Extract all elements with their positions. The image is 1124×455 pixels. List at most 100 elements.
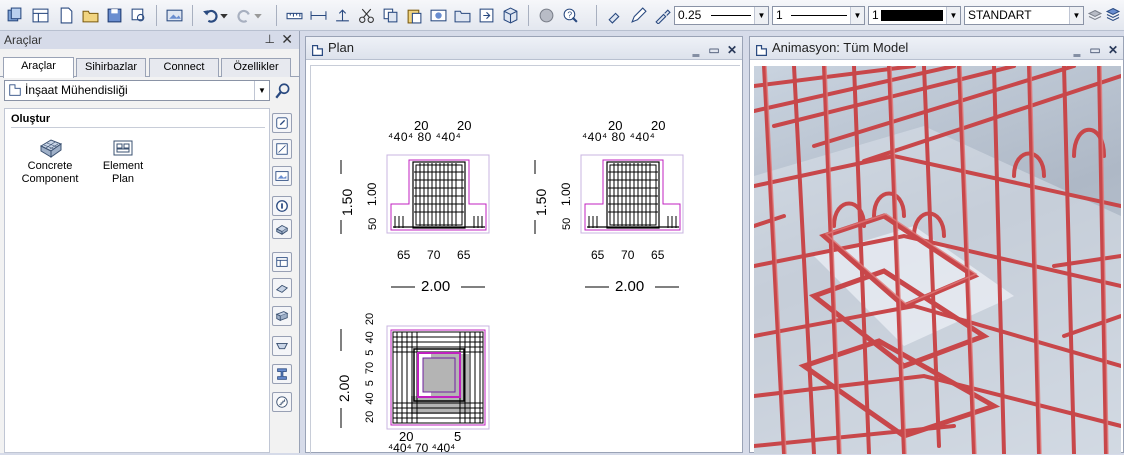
animation-window-title: Animasyon: Tüm Model bbox=[772, 40, 909, 55]
concrete-component-tool[interactable]: Concrete Component bbox=[13, 136, 87, 186]
3d-viewport[interactable] bbox=[754, 66, 1121, 454]
element-plan-label1: Element bbox=[102, 160, 144, 172]
chevron-down-icon: ▼ bbox=[254, 81, 269, 100]
module-select[interactable]: İnşaat Mühendisliği ▼ bbox=[4, 80, 270, 101]
line-tool-icon[interactable] bbox=[272, 139, 292, 159]
line-type-select[interactable]: 1 ▼ bbox=[772, 6, 865, 25]
layers-stack-icon[interactable] bbox=[1105, 5, 1121, 25]
footing-a: 20 20 ⁴40⁴ 80 ⁴40⁴ 1.50 1.00 50 65 70 65… bbox=[339, 118, 490, 295]
maximize-icon[interactable]: ▭ bbox=[706, 39, 722, 61]
edit-icon[interactable] bbox=[272, 113, 292, 133]
folder-view-icon[interactable] bbox=[452, 5, 472, 25]
chevron-down-icon: ▼ bbox=[1069, 7, 1083, 24]
dim-b-height-upper: 1.00 bbox=[559, 182, 573, 206]
redo-icon[interactable] bbox=[234, 5, 254, 25]
line-type-value: 1 bbox=[776, 8, 783, 22]
dim-a-total: 2.00 bbox=[421, 278, 450, 295]
elevation-dim-icon[interactable] bbox=[332, 5, 352, 25]
undo-icon[interactable] bbox=[200, 5, 220, 25]
image-tool-icon[interactable] bbox=[272, 166, 292, 186]
element-plan-tool[interactable]: Element Plan bbox=[91, 136, 155, 186]
pin-icon[interactable]: ⊥ bbox=[265, 32, 275, 46]
layer-select[interactable]: STANDART ▼ bbox=[964, 6, 1084, 25]
copy-icon[interactable] bbox=[380, 5, 400, 25]
chevron-down-icon: ▼ bbox=[850, 7, 864, 24]
tab-connect[interactable]: Connect bbox=[149, 58, 219, 77]
new-file-icon[interactable] bbox=[56, 5, 76, 25]
close-icon[interactable]: ✕ bbox=[724, 39, 740, 61]
palette-tabs: Araçlar Sihirbazlar Connect Özellikler bbox=[0, 57, 300, 78]
foundation-icon[interactable] bbox=[272, 336, 292, 356]
print-preview-icon[interactable] bbox=[128, 5, 148, 25]
element-plan-icon bbox=[111, 136, 135, 160]
tab-sihirbazlar[interactable]: Sihirbazlar bbox=[76, 58, 146, 77]
close-icon[interactable]: ✕ bbox=[1105, 39, 1121, 61]
search-icon[interactable] bbox=[274, 82, 292, 100]
dim-b-total: 2.00 bbox=[615, 278, 644, 295]
paste-icon[interactable] bbox=[404, 5, 424, 25]
main-toolbar: ? 0.25 ▼ 1 ▼ 1 ▼ STANDART ▼ bbox=[0, 0, 1124, 31]
layer-icon[interactable] bbox=[1087, 5, 1103, 25]
section-title: Oluştur bbox=[11, 113, 51, 125]
window-icon bbox=[755, 42, 768, 56]
tab-araclar[interactable]: Araçlar bbox=[3, 57, 74, 78]
format-painter-icon[interactable] bbox=[604, 5, 624, 25]
save-icon[interactable] bbox=[104, 5, 124, 25]
plan-drawing: 20 20 ⁴40⁴ 80 ⁴40⁴ 1.50 1.00 50 65 70 65… bbox=[336, 118, 684, 455]
eyedropper-icon[interactable] bbox=[652, 5, 672, 25]
dim-b-bottom: 65 70 65 bbox=[591, 248, 665, 262]
footing-b: 20 20 ⁴40⁴ 80 ⁴40⁴ 1.50 1.00 50 65 70 65… bbox=[533, 118, 684, 295]
redo-dropdown-icon[interactable] bbox=[252, 5, 264, 25]
stair-icon[interactable] bbox=[272, 392, 292, 412]
beam-icon[interactable] bbox=[272, 306, 292, 326]
undo-dropdown-icon[interactable] bbox=[218, 5, 230, 25]
dim-a-height-upper: 1.00 bbox=[365, 182, 379, 206]
info-icon[interactable] bbox=[272, 196, 292, 216]
component-tool-icon[interactable] bbox=[272, 219, 292, 239]
tools-palette: Araçlar ⊥ ✕ Araçlar Sihirbazlar Connect … bbox=[0, 31, 300, 453]
scissors-icon[interactable] bbox=[356, 5, 376, 25]
plan-window-titlebar: Plan ‗ ▭ ✕ bbox=[306, 37, 742, 60]
view-icon[interactable] bbox=[428, 5, 448, 25]
minimize-icon[interactable]: ‗ bbox=[688, 39, 704, 61]
schedule-icon[interactable] bbox=[272, 252, 292, 272]
animation-window-titlebar: Animasyon: Tüm Model ‗ ▭ ✕ bbox=[750, 37, 1123, 60]
tab-ozellikler[interactable]: Özellikler bbox=[221, 58, 291, 77]
pen-icon[interactable] bbox=[628, 5, 648, 25]
dim-b-height-total: 1.50 bbox=[533, 189, 549, 216]
minimize-icon[interactable]: ‗ bbox=[1069, 39, 1085, 61]
pen-thickness-select[interactable]: 0.25 ▼ bbox=[674, 6, 769, 25]
slab-icon[interactable] bbox=[272, 278, 292, 298]
maximize-icon[interactable]: ▭ bbox=[1087, 39, 1103, 61]
plan-canvas[interactable]: 20 20 ⁴40⁴ 80 ⁴40⁴ 1.50 1.00 50 65 70 65… bbox=[310, 65, 740, 455]
module-icon bbox=[8, 83, 22, 97]
window-icon bbox=[311, 42, 324, 56]
tools-panel: Oluştur Concrete Component Element Plan bbox=[4, 108, 270, 453]
color-select[interactable]: 1 ▼ bbox=[868, 6, 961, 25]
color-value: 1 bbox=[872, 8, 879, 22]
dimension-icon[interactable] bbox=[308, 5, 328, 25]
open-icon[interactable] bbox=[80, 5, 100, 25]
dim-b-height-lower: 50 bbox=[561, 218, 573, 230]
column-profile-icon[interactable] bbox=[272, 364, 292, 384]
measure-icon[interactable] bbox=[284, 5, 304, 25]
palette-title: Araçlar bbox=[4, 33, 43, 47]
chevron-down-icon: ▼ bbox=[946, 7, 960, 24]
concrete-component-icon bbox=[37, 136, 63, 160]
3d-box-icon[interactable] bbox=[500, 5, 520, 25]
rebar-cage-render bbox=[754, 66, 1121, 454]
new-project-icon[interactable] bbox=[4, 5, 24, 25]
help-icon[interactable]: ? bbox=[560, 5, 580, 25]
image-icon[interactable] bbox=[164, 5, 184, 25]
palette-header: Araçlar ⊥ ✕ bbox=[0, 31, 299, 49]
footing-c: 2.00 20 40 5 70 5 40 20 20 5 ⁴40⁴ 70 ⁴40… bbox=[336, 313, 490, 455]
layout-icon[interactable] bbox=[30, 5, 50, 25]
globe-icon[interactable] bbox=[536, 5, 556, 25]
dim-c-vertical-total: 2.00 bbox=[336, 375, 352, 402]
concrete-component-label1: Concrete bbox=[27, 160, 73, 172]
dim-a-height-lower: 50 bbox=[367, 218, 379, 230]
close-icon[interactable]: ✕ bbox=[281, 31, 293, 48]
export-icon[interactable] bbox=[476, 5, 496, 25]
dim-c-vertical-dims: 20 40 5 70 5 40 20 bbox=[364, 313, 376, 423]
chevron-down-icon: ▼ bbox=[754, 7, 768, 24]
